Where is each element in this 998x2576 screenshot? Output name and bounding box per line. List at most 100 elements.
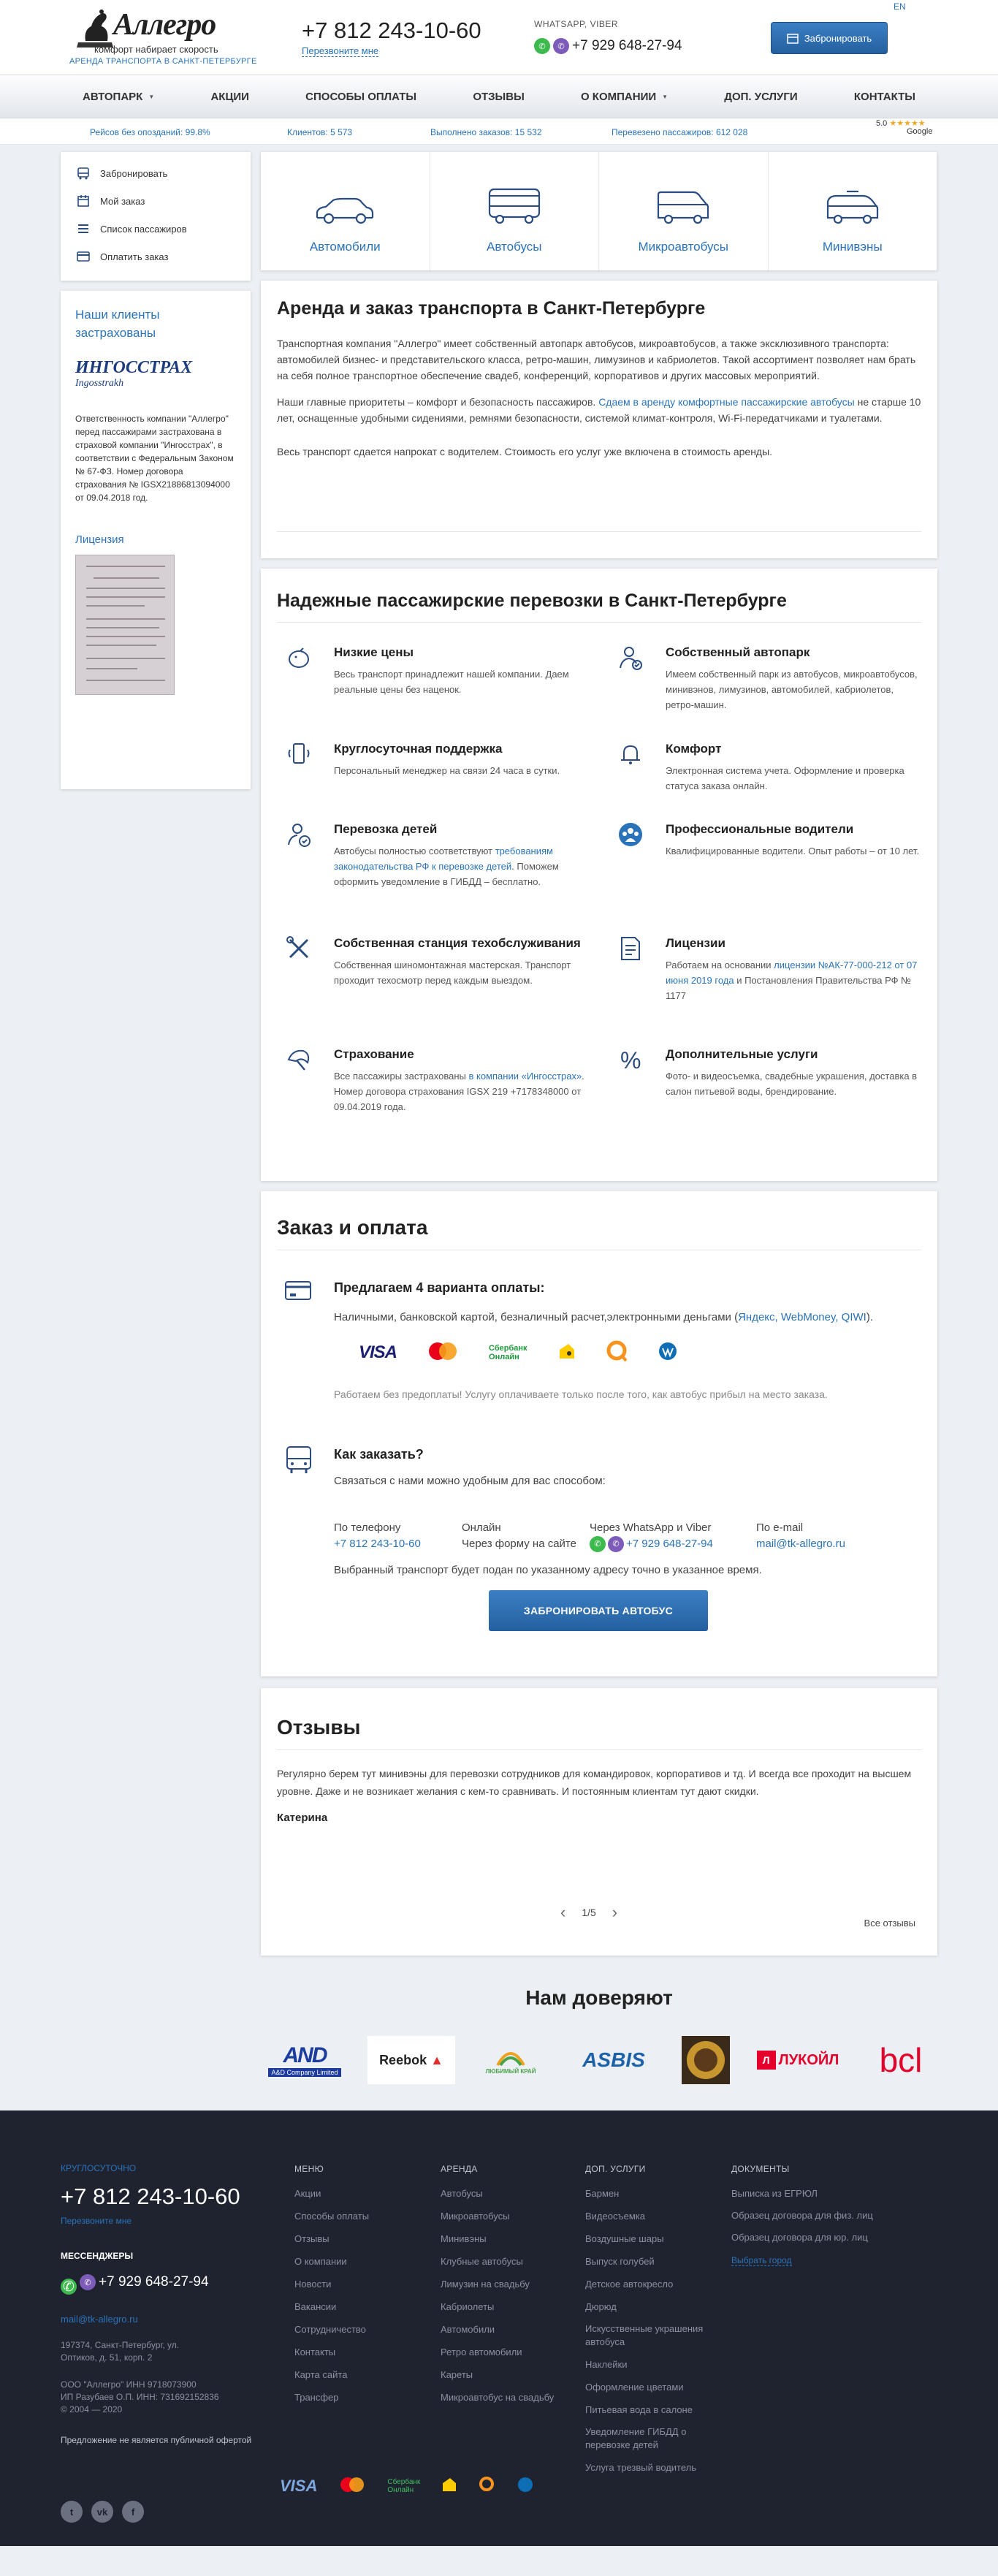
site-footer: КРУГЛОСУТОЧНО +7 812 243-10-60 Перезвони… bbox=[0, 2110, 998, 2546]
footer-link[interactable]: Услуга трезвый водитель bbox=[585, 2456, 709, 2479]
footer-link[interactable]: Бармен bbox=[585, 2182, 709, 2205]
logo[interactable]: Аллегро комфорт набирает скорость АРЕНДА… bbox=[69, 7, 267, 69]
type-minivans[interactable]: Минивэны bbox=[769, 152, 937, 270]
stat-on-time: Рейсов без опозданий: 99.8% bbox=[90, 127, 210, 137]
clients-insured-title[interactable]: Наши клиенты застрахованы bbox=[75, 305, 236, 342]
contact-form-link[interactable]: Через форму на сайте bbox=[462, 1536, 590, 1552]
chevron-left-icon[interactable]: ‹ bbox=[560, 1903, 565, 1922]
chevron-right-icon[interactable]: › bbox=[612, 1903, 617, 1922]
footer-phone[interactable]: +7 812 243-10-60 bbox=[61, 2184, 294, 2210]
contact-phone: По телефону +7 812 243-10-60 bbox=[334, 1521, 421, 1550]
feature-title: Страхование bbox=[334, 1047, 414, 1061]
header-phone[interactable]: +7 812 243-10-60 bbox=[302, 18, 481, 44]
sidebar-item-pay[interactable]: Оплатить заказ bbox=[61, 243, 251, 270]
type-minibuses[interactable]: Микроавтобусы bbox=[599, 152, 769, 270]
messenger-phone[interactable]: ✆ ✆ +7 929 648-27-94 bbox=[534, 38, 682, 54]
license-title[interactable]: Лицензия bbox=[75, 533, 236, 546]
footer-link[interactable]: Трансфер bbox=[294, 2386, 426, 2409]
footer-link[interactable]: Образец договора для юр. лиц bbox=[731, 2227, 885, 2249]
language-switch[interactable]: EN bbox=[894, 1, 906, 12]
footer-link[interactable]: Автомобили bbox=[441, 2318, 572, 2341]
footer-link[interactable]: Дюрюд bbox=[585, 2295, 709, 2318]
sidebar-item-passengers[interactable]: Список пассажиров bbox=[61, 215, 251, 243]
footer-link[interactable]: Выпуск голубей bbox=[585, 2250, 709, 2273]
footer-link[interactable]: Детское автокресло bbox=[585, 2273, 709, 2295]
feature-title: Лицензии bbox=[666, 936, 725, 950]
nav-item[interactable]: О КОМПАНИИ ▼ bbox=[581, 91, 668, 103]
payment-title: Предлагаем 4 варианта оплаты: bbox=[334, 1280, 545, 1295]
contact-online: Онлайн Через форму на сайте bbox=[462, 1520, 590, 1552]
reviews-title: Отзывы bbox=[277, 1716, 361, 1739]
contact-messengers: Через WhatsApp и Viber ✆ ✆ +7 929 648-27-94 bbox=[590, 1520, 756, 1552]
footer-link[interactable]: Уведомление ГИБДД о перевозке детей bbox=[585, 2421, 709, 2456]
logo-slogan: комфорт набирает скорость bbox=[94, 44, 218, 55]
sidebar-item-my-order[interactable]: Мой заказ bbox=[61, 187, 251, 215]
twitter-icon[interactable]: t bbox=[61, 2501, 83, 2523]
footer-link[interactable]: Минивэны bbox=[441, 2227, 572, 2250]
footer-link[interactable]: Кабриолеты bbox=[441, 2295, 572, 2318]
footer-link[interactable]: Сотрудничество bbox=[294, 2318, 426, 2341]
sidebar-item-book[interactable]: Забронировать bbox=[61, 159, 251, 187]
contact-email-link[interactable]: mail@tk-allegro.ru bbox=[756, 1538, 845, 1550]
chevron-down-icon: ▼ bbox=[148, 93, 155, 100]
footer-link[interactable]: Искусственные украшения автобуса bbox=[585, 2318, 709, 2353]
nav-item[interactable]: ДОП. УСЛУГИ bbox=[724, 91, 797, 103]
footer-link[interactable]: Лимузин на свадьбу bbox=[441, 2273, 572, 2295]
book-button[interactable]: Забронировать bbox=[771, 22, 888, 54]
footer-link[interactable]: Микроавтобусы bbox=[441, 2205, 572, 2227]
insurance-text: Ответственность компании "Аллегро" перед… bbox=[75, 414, 234, 503]
type-label: Автомобили bbox=[309, 240, 381, 254]
rent-buses-link[interactable]: Сдаем в аренду комфортные пассажирские а… bbox=[598, 396, 855, 408]
type-buses[interactable]: Автобусы bbox=[430, 152, 599, 270]
footer-link[interactable]: Питьевая вода в салоне bbox=[585, 2398, 709, 2421]
footer-payment-logos: VISA Сбербанк Онлайн bbox=[280, 2476, 534, 2496]
footer-link[interactable]: Контакты bbox=[294, 2341, 426, 2363]
footer-link[interactable]: Клубные автобусы bbox=[441, 2250, 572, 2273]
footer-link[interactable]: Отзывы bbox=[294, 2227, 426, 2250]
vk-icon[interactable]: vk bbox=[91, 2501, 113, 2523]
viber-icon: ✆ bbox=[553, 38, 569, 54]
footer-link[interactable]: Вакансии bbox=[294, 2295, 426, 2318]
all-reviews-link[interactable]: Все отзывы bbox=[864, 1918, 915, 1929]
footer-link[interactable]: Ретро автомобили bbox=[441, 2341, 572, 2363]
order-section: Заказ и оплата Предлагаем 4 варианта опл… bbox=[261, 1191, 937, 1676]
nav-item[interactable]: АВТОПАРК ▼ bbox=[83, 91, 154, 103]
footer-email[interactable]: mail@tk-allegro.ru bbox=[61, 2314, 294, 2325]
footer-link[interactable]: Кареты bbox=[441, 2363, 572, 2386]
contact-methods: По телефону +7 812 243-10-60 Онлайн Через … bbox=[334, 1520, 884, 1552]
footer-link[interactable]: О компании bbox=[294, 2250, 426, 2273]
footer-link[interactable]: Выписка из ЕГРЮЛ bbox=[731, 2182, 885, 2205]
phone-support-icon bbox=[284, 740, 313, 769]
choose-city-link[interactable]: Выбрать город bbox=[731, 2255, 792, 2266]
nav-item[interactable]: СПОСОБЫ ОПЛАТЫ bbox=[305, 91, 416, 103]
feature-link[interactable]: в компании «Ингосстрах» bbox=[468, 1071, 582, 1082]
footer-link[interactable]: Оформление цветами bbox=[585, 2376, 709, 2398]
e-money-links[interactable]: Яндекс, WebMoney, QIWI bbox=[738, 1311, 866, 1323]
footer-link[interactable]: Микроавтобус на свадьбу bbox=[441, 2386, 572, 2409]
footer-link[interactable]: Карта сайта bbox=[294, 2363, 426, 2386]
google-rating[interactable]: 5.0 ★★★★★ Google bbox=[876, 120, 932, 136]
footer-messenger-phone[interactable]: ✆ ✆ +7 929 648-27-94 bbox=[61, 2270, 294, 2295]
callback-link[interactable]: Перезвоните мне bbox=[302, 45, 379, 57]
footer-callback-link[interactable]: Перезвоните мне bbox=[61, 2216, 294, 2226]
nav-item[interactable]: АКЦИИ bbox=[210, 91, 249, 103]
footer-link[interactable]: Наклейки bbox=[585, 2353, 709, 2376]
contact-messenger-link[interactable]: +7 929 648-27-94 bbox=[626, 1536, 713, 1552]
footer-link[interactable]: Новости bbox=[294, 2273, 426, 2295]
footer-link[interactable]: Воздушные шары bbox=[585, 2227, 709, 2250]
book-bus-button[interactable]: ЗАБРОНИРОВАТЬ АВТОБУС bbox=[489, 1590, 708, 1631]
type-label: Микроавтобусы bbox=[638, 240, 729, 254]
footer-link[interactable]: Образец договора для физ. лиц bbox=[731, 2205, 885, 2227]
footer-link[interactable]: Автобусы bbox=[441, 2182, 572, 2205]
facebook-icon[interactable]: f bbox=[122, 2501, 144, 2523]
footer-link[interactable]: Акции bbox=[294, 2182, 426, 2205]
type-cars[interactable]: Автомобили bbox=[261, 152, 430, 270]
license-image[interactable] bbox=[75, 555, 175, 695]
contact-phone-link[interactable]: +7 812 243-10-60 bbox=[334, 1538, 421, 1550]
nav-item[interactable]: КОНТАКТЫ bbox=[854, 91, 915, 103]
footer-link[interactable]: Видеосъемка bbox=[585, 2205, 709, 2227]
footer-link[interactable]: Способы оплаты bbox=[294, 2205, 426, 2227]
list-icon bbox=[78, 224, 88, 233]
nav-item[interactable]: ОТЗЫВЫ bbox=[473, 91, 524, 103]
sberbank-logo: Сбербанк Онлайн bbox=[489, 1343, 527, 1361]
